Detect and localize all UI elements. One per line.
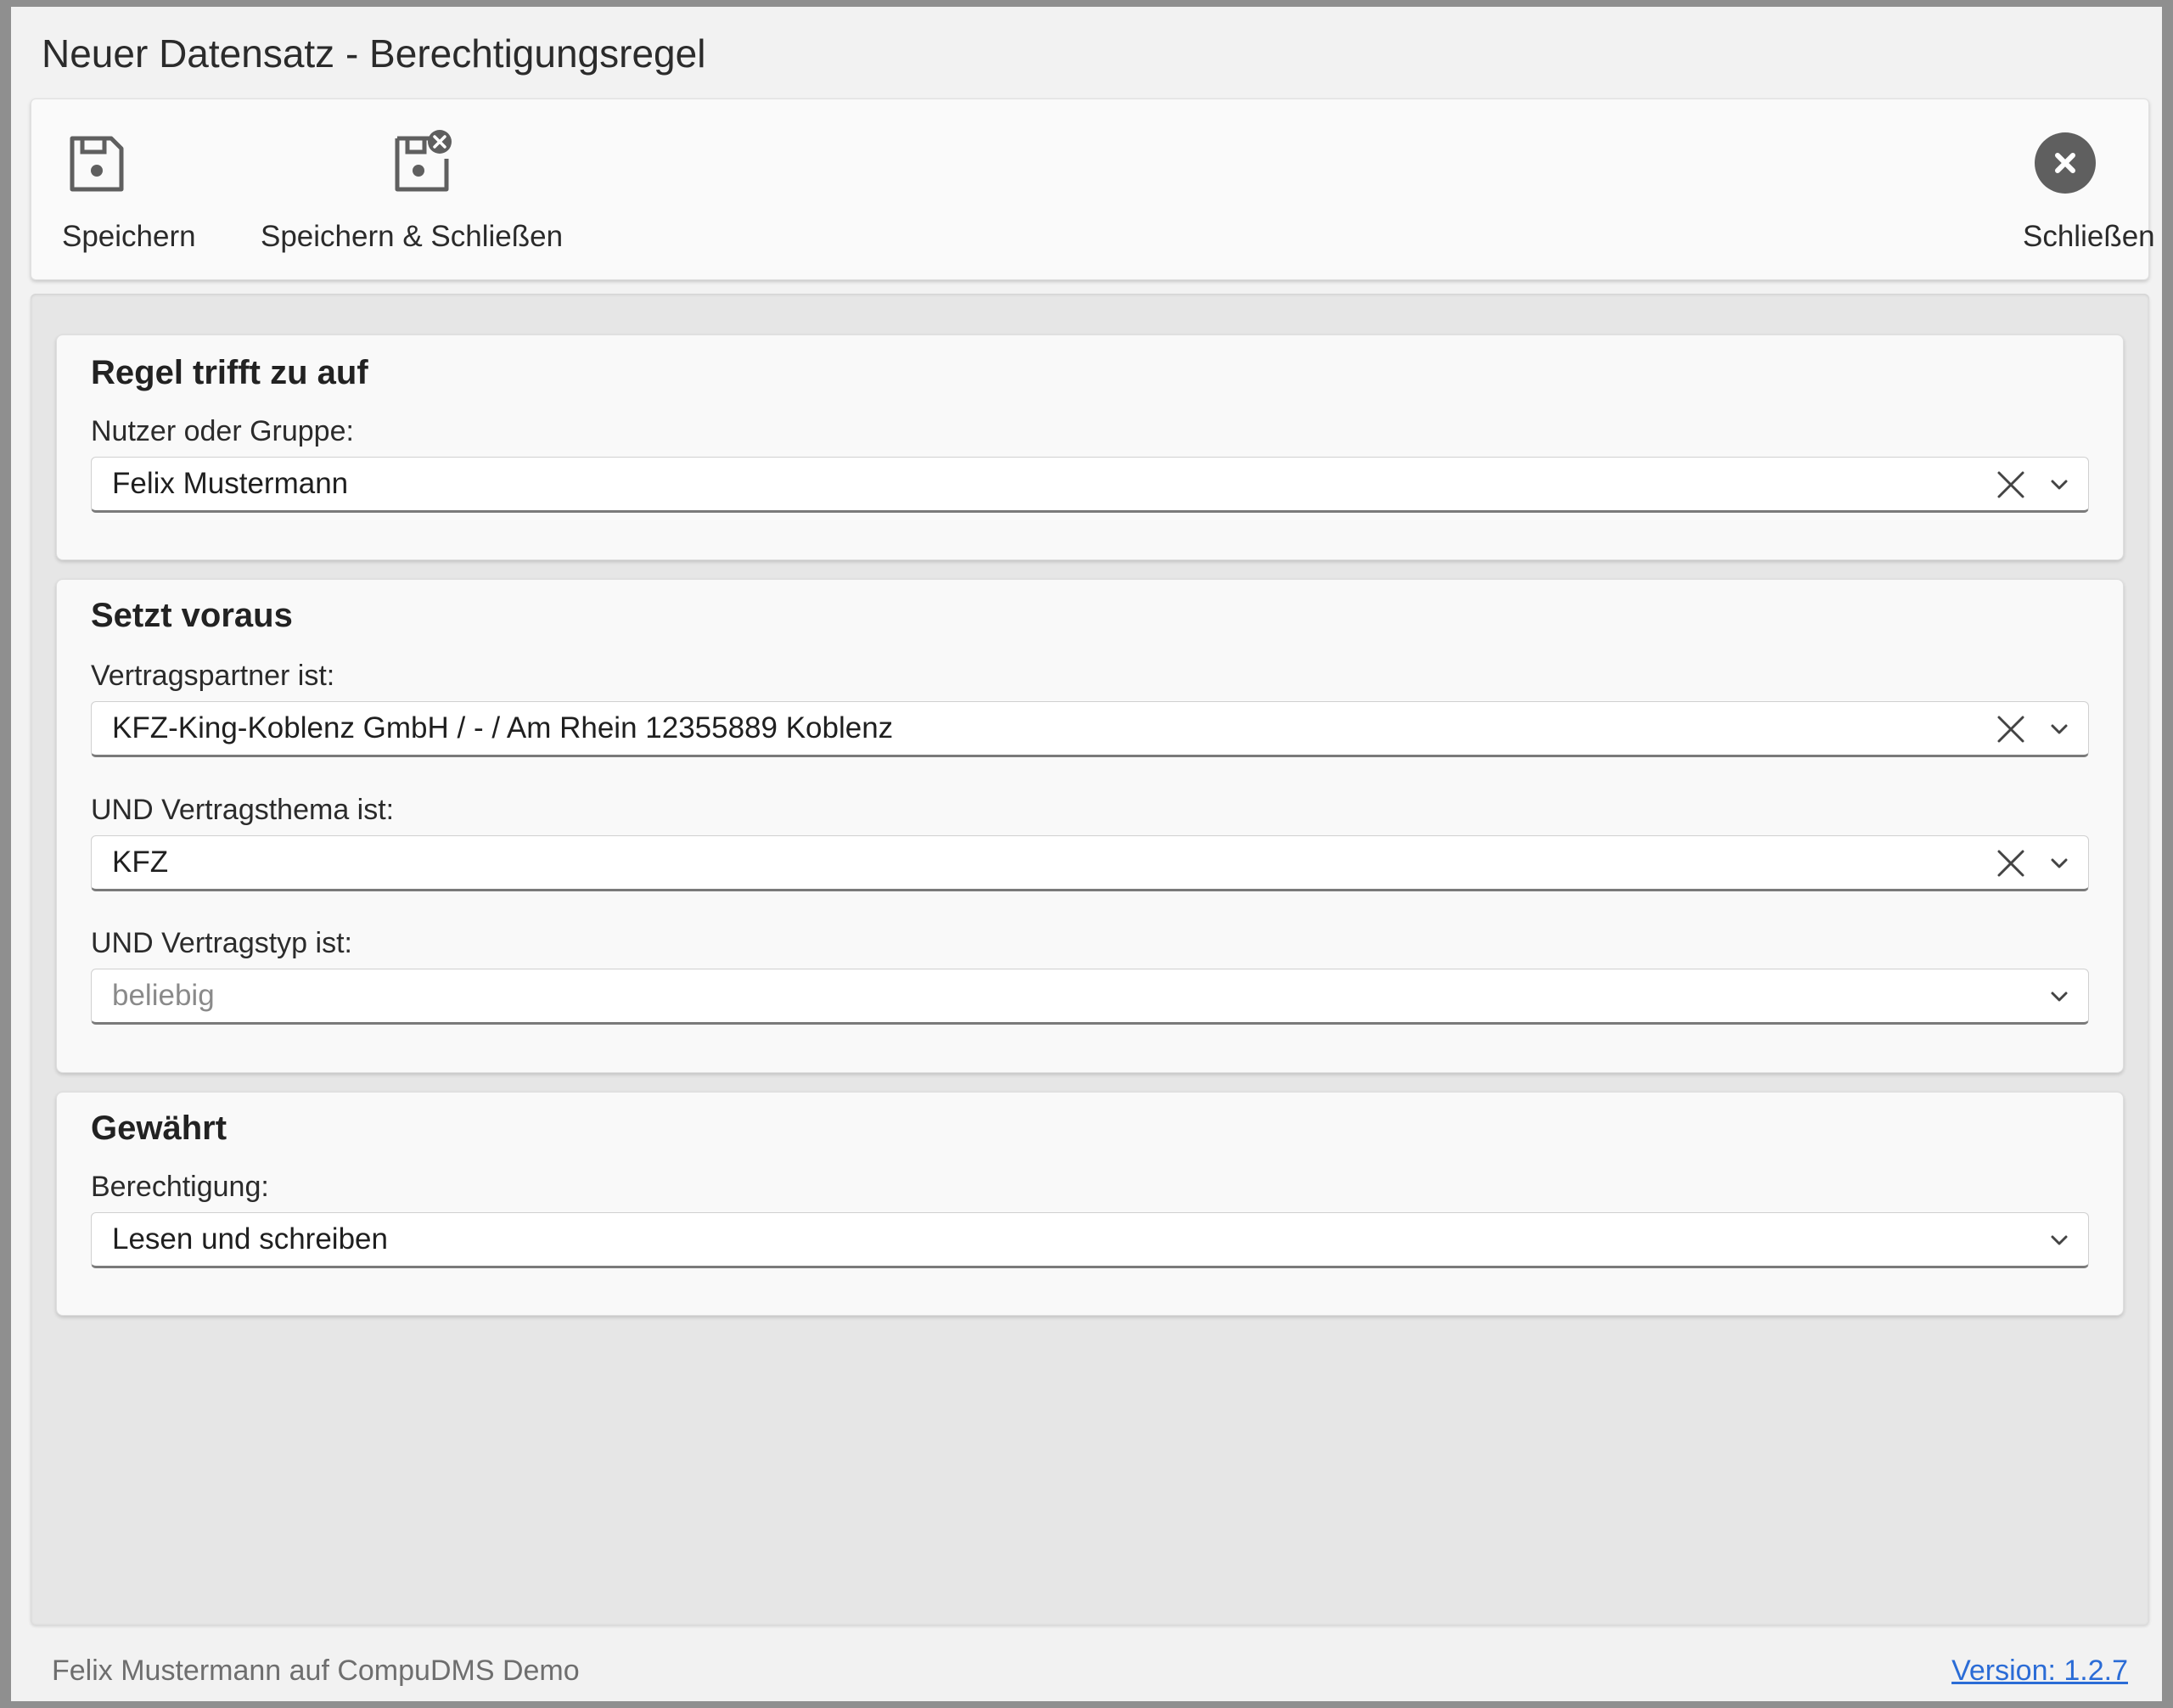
toolbar: Speichern Speichern & Schließen Schließe…: [31, 98, 2155, 281]
user-group-combobox[interactable]: Felix Mustermann: [91, 457, 2089, 513]
permission-combobox[interactable]: Lesen und schreiben: [91, 1212, 2089, 1268]
type-combobox[interactable]: beliebig: [91, 969, 2089, 1025]
section-title-applies-to: Regel trifft zu auf: [91, 354, 368, 391]
close-circle-icon: [2035, 132, 2096, 194]
chevron-down-icon[interactable]: [2049, 990, 2069, 1003]
window-title: Neuer Datensatz - Berechtigungsregel: [42, 31, 706, 76]
permission-value: Lesen und schreiben: [112, 1222, 388, 1256]
clear-x-icon[interactable]: [1996, 715, 2025, 744]
topic-combobox[interactable]: KFZ: [91, 835, 2089, 891]
save-icon: [70, 136, 124, 192]
footer-user-info: Felix Mustermann auf CompuDMS Demo: [52, 1655, 580, 1687]
content-area: Regel trifft zu auf Nutzer oder Gruppe: …: [31, 294, 2149, 1625]
topic-label: UND Vertragsthema ist:: [91, 794, 395, 826]
chevron-down-icon[interactable]: [2049, 478, 2069, 492]
close-button[interactable]: Schließen: [2001, 99, 2155, 281]
partner-combobox[interactable]: KFZ-King-Koblenz GmbH / - / Am Rhein 123…: [91, 701, 2089, 757]
dialog-window: Neuer Datensatz - Berechtigungsregel Spe…: [11, 7, 2162, 1701]
card-applies-to: Regel trifft zu auf Nutzer oder Gruppe: …: [56, 334, 2124, 560]
chevron-down-icon[interactable]: [2049, 1233, 2069, 1247]
clear-x-icon[interactable]: [1996, 849, 2025, 878]
chevron-down-icon[interactable]: [2049, 857, 2069, 870]
type-placeholder: beliebig: [112, 979, 215, 1012]
clear-x-icon[interactable]: [1996, 470, 2025, 499]
card-requires: Setzt voraus Vertragspartner ist: KFZ-Ki…: [56, 579, 2124, 1073]
user-group-value: Felix Mustermann: [112, 467, 349, 500]
save-and-close-label: Speichern & Schließen: [261, 220, 564, 253]
save-close-icon: [395, 130, 452, 192]
type-label: UND Vertragstyp ist:: [91, 927, 352, 959]
version-link[interactable]: Version: 1.2.7: [1951, 1655, 2128, 1688]
save-and-close-button[interactable]: Speichern & Schließen: [261, 99, 563, 281]
section-title-grants: Gewährt: [91, 1110, 227, 1147]
partner-label: Vertragspartner ist:: [91, 660, 335, 692]
save-label: Speichern: [62, 220, 196, 253]
permission-label: Berechtigung:: [91, 1171, 269, 1203]
partner-value: KFZ-King-Koblenz GmbH / - / Am Rhein 123…: [112, 711, 894, 744]
topic-value: KFZ: [112, 846, 169, 879]
card-grants: Gewährt Berechtigung: Lesen und schreibe…: [56, 1092, 2124, 1316]
close-label: Schließen: [2023, 220, 2155, 253]
save-button[interactable]: Speichern: [31, 99, 196, 281]
section-title-requires: Setzt voraus: [91, 597, 293, 634]
user-group-label: Nutzer oder Gruppe:: [91, 415, 354, 447]
chevron-down-icon[interactable]: [2049, 722, 2069, 736]
